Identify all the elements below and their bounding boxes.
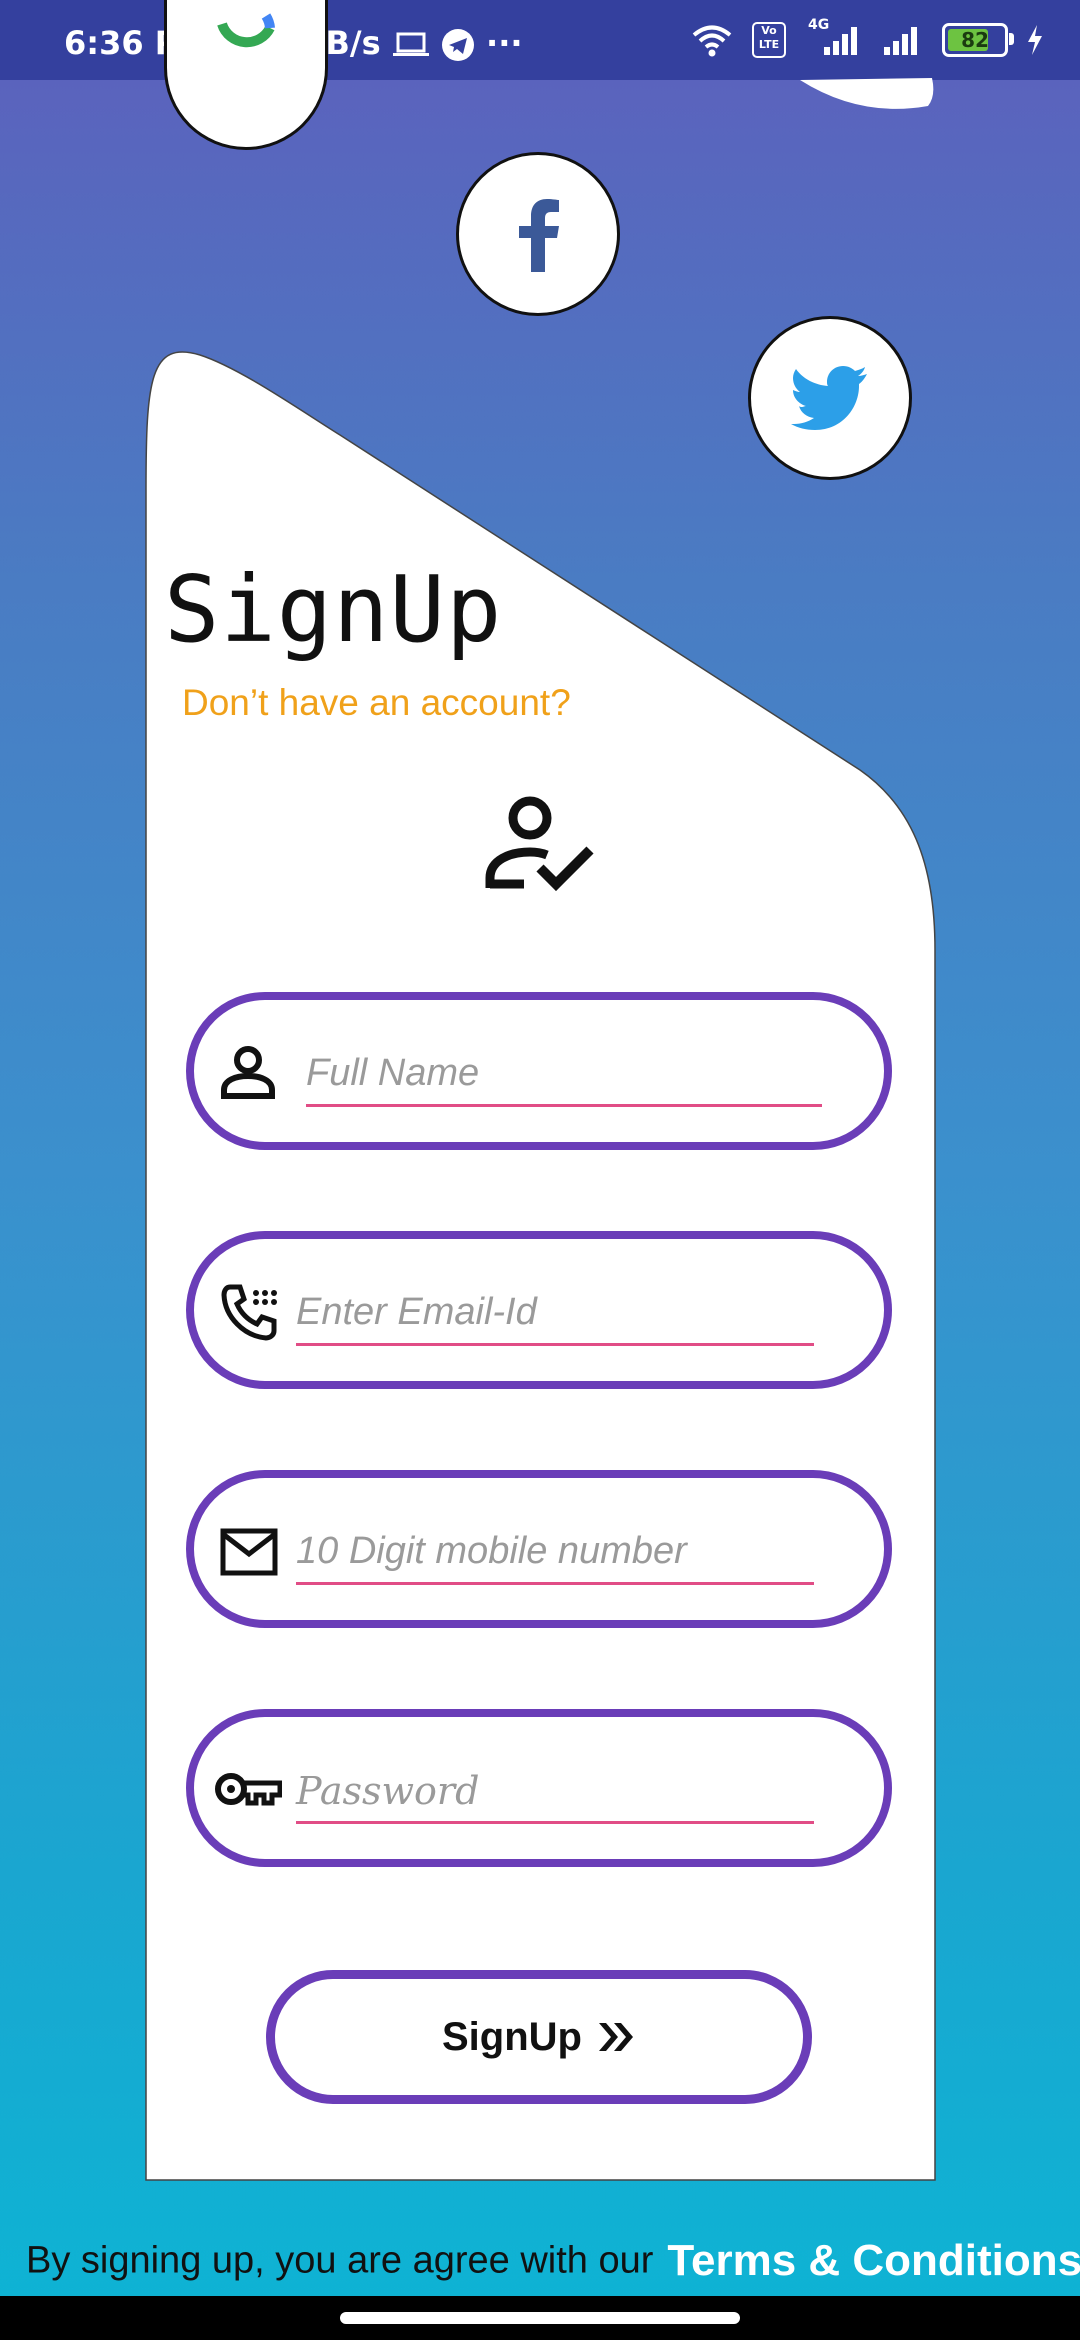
password-field[interactable]: Password (186, 1709, 892, 1867)
signin-link[interactable]: Don’t have an account? (182, 682, 571, 724)
user-check-icon (485, 796, 594, 892)
mobile-input[interactable]: 10 Digit mobile number (296, 1530, 687, 1573)
mail-icon (220, 1528, 278, 1576)
mobile-underline (296, 1582, 814, 1585)
email-input[interactable]: Enter Email-Id (296, 1291, 537, 1334)
email-field[interactable]: Enter Email-Id (186, 1231, 892, 1389)
home-gesture-pill[interactable] (340, 2312, 740, 2324)
email-underline (296, 1343, 814, 1346)
signup-button-label: SignUp (442, 2014, 582, 2059)
password-underline (296, 1821, 814, 1824)
key-icon (215, 1773, 282, 1806)
signup-button[interactable]: SignUp (266, 1970, 812, 2104)
full-name-field[interactable]: Full Name (186, 992, 892, 1150)
terms-row: By signing up, you are agree with our Ter… (26, 2236, 1080, 2292)
phone-dialpad-icon (221, 1284, 277, 1341)
terms-link[interactable]: Terms & Conditions (667, 2236, 1080, 2285)
page-title: SignUp (164, 556, 503, 663)
navigation-bar (0, 2296, 1080, 2340)
person-icon (221, 1046, 275, 1099)
double-chevron-right-icon (598, 2023, 633, 2051)
terms-text: By signing up, you are agree with our (26, 2239, 654, 2282)
mobile-field[interactable]: 10 Digit mobile number (186, 1470, 892, 1628)
full-name-underline (306, 1104, 822, 1107)
full-name-input[interactable]: Full Name (306, 1052, 479, 1095)
password-input[interactable]: Password (296, 1769, 479, 1813)
